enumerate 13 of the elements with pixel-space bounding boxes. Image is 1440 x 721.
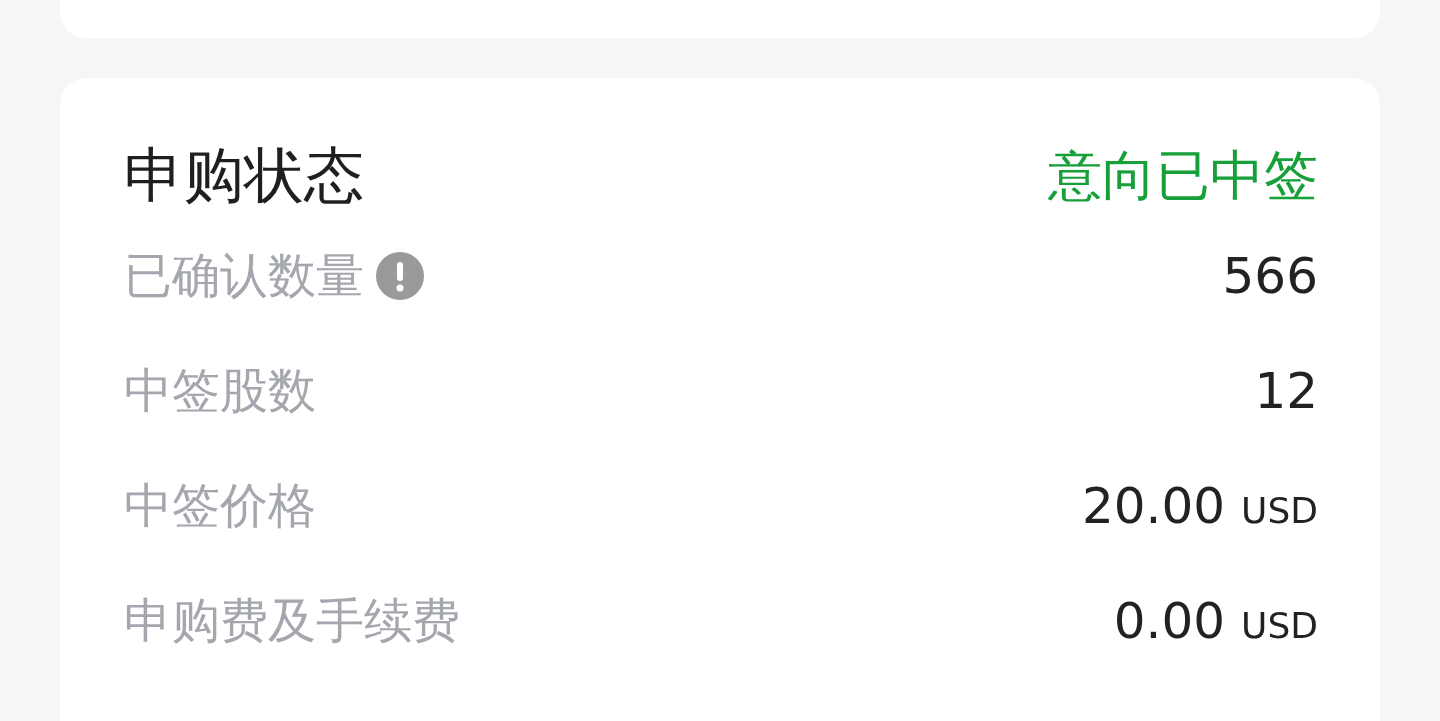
currency-unit: USD bbox=[1241, 604, 1318, 646]
field-label: 中签价格 bbox=[124, 475, 316, 535]
field-value: 20.00 bbox=[1081, 476, 1226, 535]
currency-unit: USD bbox=[1241, 489, 1318, 531]
section-title: 申购状态 bbox=[124, 138, 364, 212]
field-value: 12 bbox=[1254, 361, 1318, 420]
status-text: 意向已中签 bbox=[1048, 142, 1318, 209]
field-label: 中签股数 bbox=[124, 360, 316, 420]
field-value: 0.00 bbox=[1113, 591, 1226, 650]
field-value: 566 bbox=[1222, 246, 1318, 305]
info-icon[interactable] bbox=[376, 251, 424, 300]
field-label: 已确认数量 bbox=[124, 245, 364, 305]
field-label: 申购费及手续费 bbox=[124, 590, 460, 650]
